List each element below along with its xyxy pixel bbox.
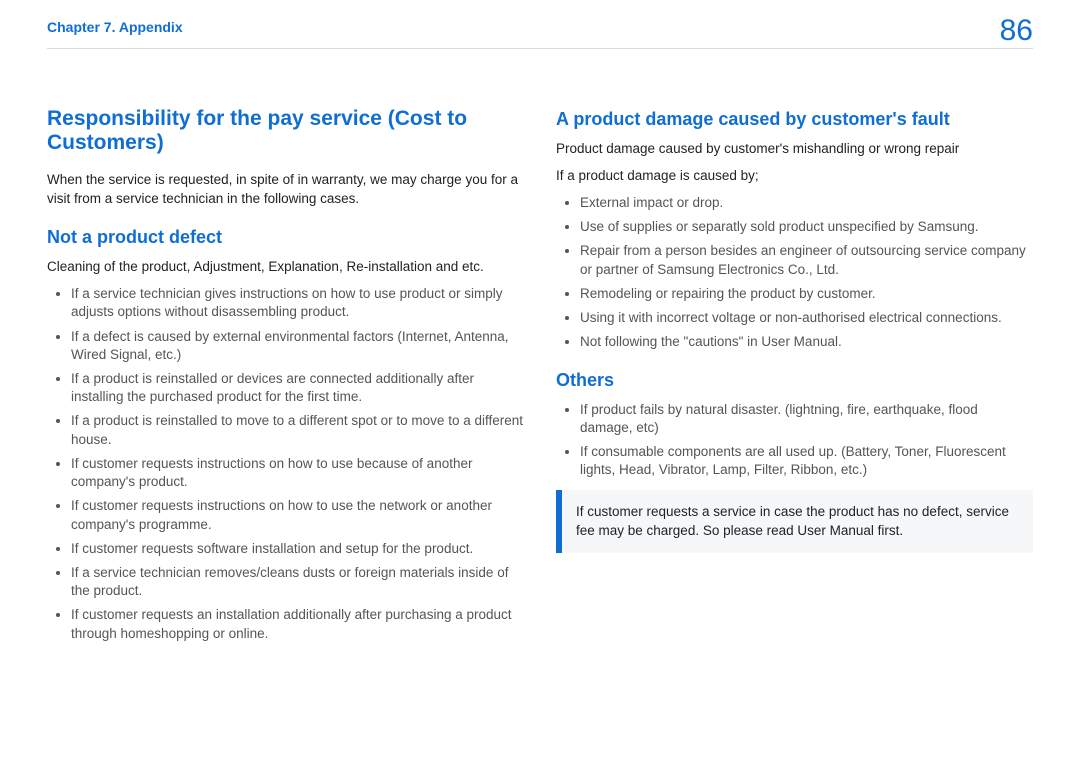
list-item: If customer requests an installation add…: [71, 606, 524, 642]
header-rule: [47, 48, 1033, 49]
list-item: If consumable components are all used up…: [580, 443, 1033, 479]
list-item: If a product is reinstalled or devices a…: [71, 370, 524, 406]
main-title: Responsibility for the pay service (Cost…: [47, 107, 524, 155]
list-item: Not following the "cautions" in User Man…: [580, 333, 1033, 351]
section-title-others: Others: [556, 368, 1033, 393]
section-title-customer-fault: A product damage caused by customer's fa…: [556, 107, 1033, 132]
section-intro-not-defect: Cleaning of the product, Adjustment, Exp…: [47, 258, 524, 277]
page-header: Chapter 7. Appendix 86: [47, 18, 1033, 48]
list-item: If a defect is caused by external enviro…: [71, 328, 524, 364]
list-item: If product fails by natural disaster. (l…: [580, 401, 1033, 437]
bullets-customer-fault: External impact or drop. Use of supplies…: [556, 194, 1033, 352]
list-item: External impact or drop.: [580, 194, 1033, 212]
right-column: A product damage caused by customer's fa…: [556, 107, 1033, 743]
note-box: If customer requests a service in case t…: [556, 490, 1033, 553]
list-item: If a service technician gives instructio…: [71, 285, 524, 321]
intro-paragraph: When the service is requested, in spite …: [47, 171, 524, 209]
list-item: Remodeling or repairing the product by c…: [580, 285, 1033, 303]
list-item: If a service technician removes/cleans d…: [71, 564, 524, 600]
list-item: If customer requests software installati…: [71, 540, 524, 558]
list-item: Use of supplies or separatly sold produc…: [580, 218, 1033, 236]
bullets-others: If product fails by natural disaster. (l…: [556, 401, 1033, 480]
left-column: Responsibility for the pay service (Cost…: [47, 107, 524, 743]
page: Chapter 7. Appendix 86 Responsibility fo…: [0, 0, 1080, 763]
list-item: Repair from a person besides an engineer…: [580, 242, 1033, 278]
list-item: If a product is reinstalled to move to a…: [71, 412, 524, 448]
content-area: Responsibility for the pay service (Cost…: [47, 107, 1033, 743]
bullets-not-defect: If a service technician gives instructio…: [47, 285, 524, 643]
page-number: 86: [1000, 10, 1033, 52]
chapter-label: Chapter 7. Appendix: [47, 19, 183, 35]
note-text: If customer requests a service in case t…: [576, 504, 1009, 539]
section-title-not-defect: Not a product defect: [47, 225, 524, 250]
list-item: Using it with incorrect voltage or non-a…: [580, 309, 1033, 327]
section-intro-fault-2: If a product damage is caused by;: [556, 167, 1033, 186]
list-item: If customer requests instructions on how…: [71, 455, 524, 491]
list-item: If customer requests instructions on how…: [71, 497, 524, 533]
section-intro-fault-1: Product damage caused by customer's mish…: [556, 140, 1033, 159]
